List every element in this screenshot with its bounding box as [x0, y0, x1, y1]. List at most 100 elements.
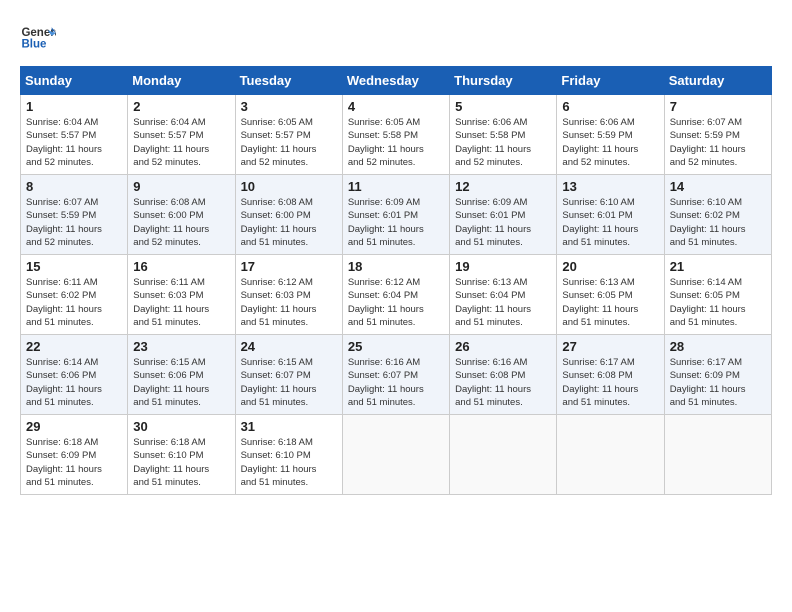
day-number: 23: [133, 339, 229, 354]
day-info: Sunrise: 6:18 AM Sunset: 6:10 PM Dayligh…: [133, 436, 229, 489]
calendar-cell: 5Sunrise: 6:06 AM Sunset: 5:58 PM Daylig…: [450, 95, 557, 175]
day-number: 17: [241, 259, 337, 274]
calendar-cell: 31 Sunrise: 6:18 AM Sunset: 6:10 PM Dayli…: [235, 415, 342, 495]
day-number: 15: [26, 259, 122, 274]
calendar-cell: 27Sunrise: 6:17 AM Sunset: 6:08 PM Dayli…: [557, 335, 664, 415]
day-number: 4: [348, 99, 444, 114]
calendar-cell: 30 Sunrise: 6:18 AM Sunset: 6:10 PM Dayli…: [128, 415, 235, 495]
column-header-thursday: Thursday: [450, 67, 557, 95]
day-info: Sunrise: 6:16 AM Sunset: 6:08 PM Dayligh…: [455, 356, 551, 409]
day-number: 11: [348, 179, 444, 194]
day-info: Sunrise: 6:17 AM Sunset: 6:09 PM Dayligh…: [670, 356, 766, 409]
day-info: Sunrise: 6:09 AM Sunset: 6:01 PM Dayligh…: [348, 196, 444, 249]
day-number: 25: [348, 339, 444, 354]
day-info: Sunrise: 6:04 AM Sunset: 5:57 PM Dayligh…: [26, 116, 122, 169]
day-number: 13: [562, 179, 658, 194]
week-row-5: 29Sunrise: 6:18 AM Sunset: 6:09 PM Dayli…: [21, 415, 772, 495]
day-number: 2: [133, 99, 229, 114]
week-row-2: 8 Sunrise: 6:07 AM Sunset: 5:59 PM Daylig…: [21, 175, 772, 255]
day-number: 12: [455, 179, 551, 194]
day-header-row: SundayMondayTuesdayWednesdayThursdayFrid…: [21, 67, 772, 95]
day-info: Sunrise: 6:14 AM Sunset: 6:06 PM Dayligh…: [26, 356, 122, 409]
calendar-cell: 15 Sunrise: 6:11 AM Sunset: 6:02 PM Dayli…: [21, 255, 128, 335]
calendar-cell: 8 Sunrise: 6:07 AM Sunset: 5:59 PM Daylig…: [21, 175, 128, 255]
day-number: 7: [670, 99, 766, 114]
calendar-cell: 2Sunrise: 6:04 AM Sunset: 5:57 PM Daylig…: [128, 95, 235, 175]
day-info: Sunrise: 6:08 AM Sunset: 6:00 PM Dayligh…: [133, 196, 229, 249]
calendar-cell: 22 Sunrise: 6:14 AM Sunset: 6:06 PM Dayli…: [21, 335, 128, 415]
day-number: 3: [241, 99, 337, 114]
svg-text:Blue: Blue: [21, 38, 47, 50]
calendar-cell: 17 Sunrise: 6:12 AM Sunset: 6:03 PM Dayli…: [235, 255, 342, 335]
day-number: 30: [133, 419, 229, 434]
calendar-cell: 7 Sunrise: 6:07 AM Sunset: 5:59 PM Daylig…: [664, 95, 771, 175]
day-number: 8: [26, 179, 122, 194]
day-info: Sunrise: 6:18 AM Sunset: 6:09 PM Dayligh…: [26, 436, 122, 489]
calendar-cell: 18 Sunrise: 6:12 AM Sunset: 6:04 PM Dayli…: [342, 255, 449, 335]
calendar-cell: 24Sunrise: 6:15 AM Sunset: 6:07 PM Dayli…: [235, 335, 342, 415]
day-info: Sunrise: 6:15 AM Sunset: 6:07 PM Dayligh…: [241, 356, 337, 409]
day-info: Sunrise: 6:16 AM Sunset: 6:07 PM Dayligh…: [348, 356, 444, 409]
column-header-sunday: Sunday: [21, 67, 128, 95]
day-info: Sunrise: 6:12 AM Sunset: 6:03 PM Dayligh…: [241, 276, 337, 329]
column-header-saturday: Saturday: [664, 67, 771, 95]
day-number: 22: [26, 339, 122, 354]
calendar-table: SundayMondayTuesdayWednesdayThursdayFrid…: [20, 66, 772, 495]
day-info: Sunrise: 6:13 AM Sunset: 6:04 PM Dayligh…: [455, 276, 551, 329]
calendar-cell: 23 Sunrise: 6:15 AM Sunset: 6:06 PM Dayli…: [128, 335, 235, 415]
logo: General Blue: [20, 20, 56, 56]
day-number: 6: [562, 99, 658, 114]
column-header-monday: Monday: [128, 67, 235, 95]
day-info: Sunrise: 6:12 AM Sunset: 6:04 PM Dayligh…: [348, 276, 444, 329]
day-number: 28: [670, 339, 766, 354]
day-number: 20: [562, 259, 658, 274]
calendar-cell: 11 Sunrise: 6:09 AM Sunset: 6:01 PM Dayli…: [342, 175, 449, 255]
week-row-4: 22 Sunrise: 6:14 AM Sunset: 6:06 PM Dayli…: [21, 335, 772, 415]
calendar-cell: 6 Sunrise: 6:06 AM Sunset: 5:59 PM Daylig…: [557, 95, 664, 175]
calendar-cell: [664, 415, 771, 495]
day-info: Sunrise: 6:15 AM Sunset: 6:06 PM Dayligh…: [133, 356, 229, 409]
day-info: Sunrise: 6:18 AM Sunset: 6:10 PM Dayligh…: [241, 436, 337, 489]
day-info: Sunrise: 6:06 AM Sunset: 5:59 PM Dayligh…: [562, 116, 658, 169]
day-info: Sunrise: 6:11 AM Sunset: 6:02 PM Dayligh…: [26, 276, 122, 329]
day-info: Sunrise: 6:09 AM Sunset: 6:01 PM Dayligh…: [455, 196, 551, 249]
day-number: 31: [241, 419, 337, 434]
logo-icon: General Blue: [20, 20, 56, 56]
column-header-tuesday: Tuesday: [235, 67, 342, 95]
day-info: Sunrise: 6:14 AM Sunset: 6:05 PM Dayligh…: [670, 276, 766, 329]
day-info: Sunrise: 6:08 AM Sunset: 6:00 PM Dayligh…: [241, 196, 337, 249]
calendar-cell: 3Sunrise: 6:05 AM Sunset: 5:57 PM Daylig…: [235, 95, 342, 175]
calendar-cell: 13 Sunrise: 6:10 AM Sunset: 6:01 PM Dayli…: [557, 175, 664, 255]
day-info: Sunrise: 6:07 AM Sunset: 5:59 PM Dayligh…: [670, 116, 766, 169]
calendar-cell: 29Sunrise: 6:18 AM Sunset: 6:09 PM Dayli…: [21, 415, 128, 495]
day-number: 16: [133, 259, 229, 274]
day-info: Sunrise: 6:17 AM Sunset: 6:08 PM Dayligh…: [562, 356, 658, 409]
column-header-wednesday: Wednesday: [342, 67, 449, 95]
calendar-cell: 20 Sunrise: 6:13 AM Sunset: 6:05 PM Dayli…: [557, 255, 664, 335]
week-row-3: 15 Sunrise: 6:11 AM Sunset: 6:02 PM Dayli…: [21, 255, 772, 335]
calendar-cell: [342, 415, 449, 495]
day-number: 21: [670, 259, 766, 274]
calendar-cell: 9Sunrise: 6:08 AM Sunset: 6:00 PM Daylig…: [128, 175, 235, 255]
calendar-cell: 28 Sunrise: 6:17 AM Sunset: 6:09 PM Dayli…: [664, 335, 771, 415]
day-number: 26: [455, 339, 551, 354]
day-number: 14: [670, 179, 766, 194]
calendar-cell: 25 Sunrise: 6:16 AM Sunset: 6:07 PM Dayli…: [342, 335, 449, 415]
calendar-cell: 26 Sunrise: 6:16 AM Sunset: 6:08 PM Dayli…: [450, 335, 557, 415]
calendar-cell: 12 Sunrise: 6:09 AM Sunset: 6:01 PM Dayli…: [450, 175, 557, 255]
calendar-cell: 10Sunrise: 6:08 AM Sunset: 6:00 PM Dayli…: [235, 175, 342, 255]
day-info: Sunrise: 6:10 AM Sunset: 6:02 PM Dayligh…: [670, 196, 766, 249]
page-header: General Blue: [20, 20, 772, 56]
week-row-1: 1 Sunrise: 6:04 AM Sunset: 5:57 PM Daylig…: [21, 95, 772, 175]
day-info: Sunrise: 6:07 AM Sunset: 5:59 PM Dayligh…: [26, 196, 122, 249]
day-info: Sunrise: 6:05 AM Sunset: 5:58 PM Dayligh…: [348, 116, 444, 169]
calendar-cell: 21 Sunrise: 6:14 AM Sunset: 6:05 PM Dayli…: [664, 255, 771, 335]
calendar-cell: 19Sunrise: 6:13 AM Sunset: 6:04 PM Dayli…: [450, 255, 557, 335]
day-info: Sunrise: 6:11 AM Sunset: 6:03 PM Dayligh…: [133, 276, 229, 329]
calendar-cell: [450, 415, 557, 495]
day-info: Sunrise: 6:13 AM Sunset: 6:05 PM Dayligh…: [562, 276, 658, 329]
day-number: 18: [348, 259, 444, 274]
calendar-cell: 1 Sunrise: 6:04 AM Sunset: 5:57 PM Daylig…: [21, 95, 128, 175]
day-number: 1: [26, 99, 122, 114]
day-info: Sunrise: 6:10 AM Sunset: 6:01 PM Dayligh…: [562, 196, 658, 249]
